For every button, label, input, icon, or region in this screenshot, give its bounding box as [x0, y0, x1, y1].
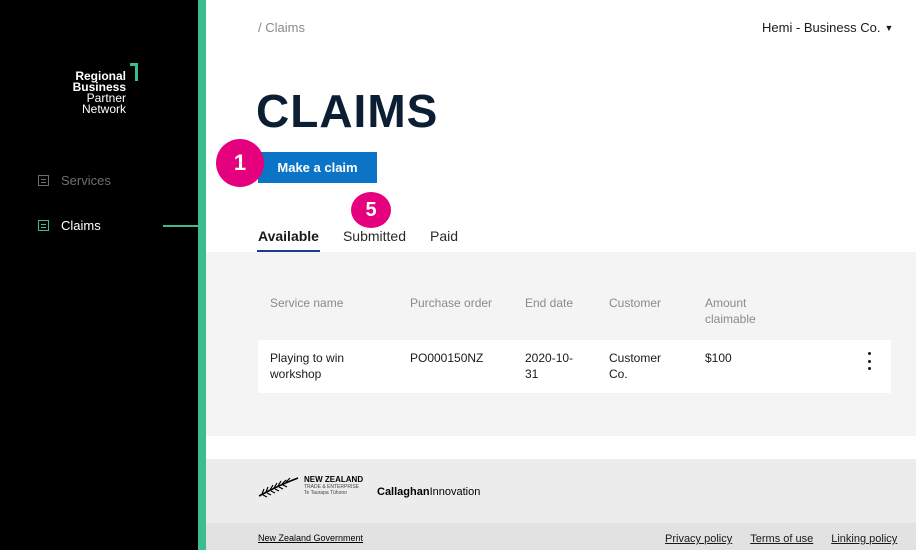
column-header: Purchase order [410, 296, 493, 310]
cell-end-date: 2020-10-31 [525, 351, 574, 381]
nzte-text: NEW ZEALAND TRADE & ENTERPRISE Te Taurap… [304, 475, 364, 497]
column-header: Customer [609, 296, 662, 310]
user-menu[interactable]: Hemi - Business Co. ▼ [762, 20, 893, 35]
nz-government-logo[interactable]: New Zealand Government [258, 533, 363, 543]
breadcrumb[interactable]: / Claims [258, 20, 305, 35]
table-header: Service name Purchase order End date Cus… [258, 295, 891, 335]
footer-links: Privacy policy Terms of use Linking poli… [665, 533, 897, 545]
callaghan-bold: Callaghan [377, 486, 430, 498]
tab-available[interactable]: Available [257, 228, 320, 252]
tab-paid[interactable]: Paid [430, 228, 458, 244]
cell-amount: $100 [705, 351, 732, 365]
list-icon [38, 220, 49, 231]
logo-line: Network [81, 102, 126, 116]
sidebar-item-claims[interactable]: Claims [38, 218, 101, 233]
callaghan-logo: CallaghanInnovation [377, 486, 480, 498]
nzte-logo: NEW ZEALAND TRADE & ENTERPRISE Te Taurap… [258, 476, 363, 498]
step-badge: 5 [351, 192, 391, 228]
sidebar-item-label: Claims [61, 218, 101, 233]
make-claim-button[interactable]: Make a claim [258, 152, 377, 183]
cell-customer: Customer Co. [609, 351, 662, 381]
step-badge: 1 [216, 139, 264, 187]
tab-submitted[interactable]: Submitted [343, 228, 406, 244]
linking-policy-link[interactable]: Linking policy [831, 533, 897, 545]
cell-service-name: Playing to win workshop [270, 351, 345, 381]
sidebar-item-label: Services [61, 173, 111, 188]
fern-icon [258, 477, 299, 498]
sidebar-item-services[interactable]: Services [38, 173, 111, 188]
cell-purchase-order: PO000150NZ [410, 351, 484, 365]
claims-tabs: Available Submitted Paid [257, 228, 482, 252]
terms-of-use-link[interactable]: Terms of use [750, 533, 813, 545]
page-title: CLAIMS [256, 85, 439, 137]
nzte-title: NEW ZEALAND [304, 475, 364, 484]
column-header: End date [525, 296, 574, 310]
privacy-policy-link[interactable]: Privacy policy [665, 533, 732, 545]
logo-text: Regional Business Partner Network [62, 70, 126, 116]
column-header: Service name [270, 296, 344, 310]
list-icon [38, 175, 49, 186]
more-options-icon[interactable] [863, 352, 875, 370]
user-menu-label: Hemi - Business Co. [762, 20, 881, 35]
logo-bracket-icon [130, 63, 138, 81]
callaghan-regular: Innovation [429, 486, 481, 498]
nzte-tagline: Te Taurapa Tūhono [304, 490, 347, 496]
active-nav-indicator [163, 225, 198, 227]
sidebar-accent-bar [198, 0, 206, 550]
chevron-down-icon: ▼ [884, 22, 894, 33]
table-row[interactable]: Playing to win workshop PO000150NZ 2020-… [258, 340, 891, 393]
column-header: Amount claimable [705, 296, 756, 326]
rbpn-logo[interactable]: Regional Business Partner Network [62, 63, 142, 123]
